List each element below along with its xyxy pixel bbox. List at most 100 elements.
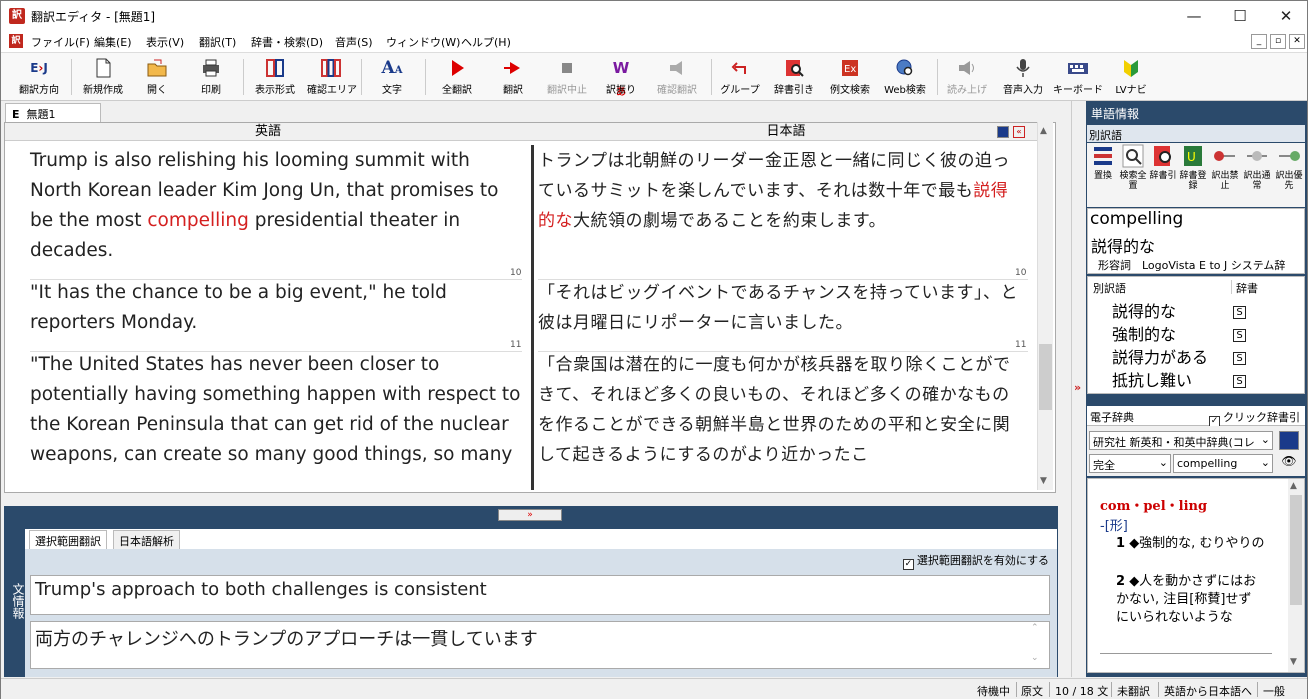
source-segment-3[interactable]: "The United States has never been closer… — [30, 350, 524, 470]
font-button[interactable]: AA 文字 — [371, 57, 413, 99]
dictionary-name: LogoVista E to J システム辞 — [1142, 259, 1286, 272]
chevron-down-icon: ⌄ — [1260, 456, 1270, 469]
menu-window[interactable]: ウィンドウ(W) — [386, 34, 460, 50]
tab-range-translate[interactable]: 選択範囲翻訳 — [29, 530, 107, 549]
right-panel-collapse-strip[interactable]: » — [1071, 101, 1086, 677]
scrollbar-thumb[interactable] — [1039, 344, 1052, 410]
replace-button[interactable]: 置換 — [1087, 143, 1119, 181]
group-button[interactable]: グループ — [715, 57, 765, 99]
stop-button[interactable]: 翻訳中止 — [541, 57, 593, 99]
tab-jp-analysis[interactable]: 日本語解析 — [113, 530, 180, 549]
translate-all-button[interactable]: 全翻訳 — [435, 57, 479, 99]
translation-editor[interactable]: 英語 日本語 « Trump is also relishing his loo… — [4, 122, 1056, 493]
segment-number: 10 — [1015, 268, 1027, 278]
target-segment-3[interactable]: 「合衆国は潜在的に一度も何かが核兵器を取り除くことができて、それほど多くの良いも… — [538, 350, 1018, 470]
entry-scrollbar-thumb[interactable] — [1290, 495, 1302, 605]
alt-item[interactable]: 強制的な — [1112, 323, 1176, 346]
translate-button[interactable]: 翻訳 — [491, 57, 535, 99]
status-state: 待機中 — [977, 685, 1010, 698]
column-divider[interactable] — [531, 145, 534, 490]
confirm-area-icon — [321, 59, 341, 77]
close-button[interactable]: ✕ — [1263, 1, 1308, 31]
app-logo-icon: 訳 — [9, 8, 25, 24]
mdi-restore-icon[interactable]: ▫ — [1270, 34, 1286, 49]
dictionary-settings-icon[interactable] — [1279, 431, 1299, 450]
target-segment-1[interactable]: トランプは北朝鮮のリーダー金正恩と一緒に同じく彼の迫っているサミットを楽しんでい… — [538, 146, 1018, 236]
dict-register-button[interactable]: U 辞書登録 — [1177, 143, 1209, 191]
status-field: 一般 — [1263, 685, 1285, 698]
slider-mid-icon — [1247, 151, 1267, 161]
system-dict-badge: S — [1233, 329, 1246, 342]
print-button[interactable]: 印刷 — [187, 57, 235, 99]
confirm-translate-button[interactable]: 確認翻訳 — [649, 57, 705, 99]
word-summary: compelling 説得的な 形容詞 LogoVista E to J システ… — [1087, 208, 1305, 274]
enable-range-checkbox[interactable]: ✓ 選択範囲翻訳を有効にする — [902, 552, 1049, 570]
keyboard-button[interactable]: キーボード — [1053, 57, 1103, 99]
direction-button[interactable]: E›J 翻訳方向 — [11, 57, 67, 99]
example-search-icon: Ex — [842, 60, 858, 76]
normal-translation-button[interactable]: 訳出通常 — [1241, 143, 1273, 191]
chevron-down-icon: ⌄ — [1260, 433, 1270, 446]
menu-dictionary[interactable]: 辞書・検索(D) — [251, 34, 323, 50]
dict-lookup-small-button[interactable]: 辞書引 — [1147, 143, 1179, 181]
menu-file[interactable]: ファイル(F) — [31, 34, 90, 50]
confirm-area-button[interactable]: 確認エリア — [307, 57, 357, 99]
collapse-icon[interactable]: « — [1013, 126, 1025, 138]
dict-lookup-button[interactable]: 辞書引き — [771, 57, 817, 99]
direction-icon: E›J — [30, 61, 48, 75]
undo-arrow-icon — [731, 62, 746, 74]
alt-item[interactable]: 説得力がある — [1112, 346, 1208, 369]
dictionary-search-input[interactable]: compelling ⌄ — [1173, 454, 1273, 473]
suppress-translation-button[interactable]: 訳出禁止 — [1209, 143, 1241, 191]
open-button[interactable]: 開く — [135, 57, 179, 99]
dictionary-entry-pane: com・pel・ling -[形] 1 ◆強制的な, むりやりの 2 ◆人を動か… — [1087, 478, 1305, 673]
new-button[interactable]: 新規作成 — [75, 57, 131, 99]
alt-item[interactable]: 説得的な — [1112, 300, 1176, 323]
replace-icon — [1094, 147, 1112, 165]
menu-view[interactable]: 表示(V) — [146, 34, 184, 50]
alternatives-table: 別訳語 辞書 説得的な 強制的な 説得力がある 抵抗し難い S S S S — [1087, 276, 1305, 394]
document-tab[interactable]: E 無題1 — [5, 103, 101, 122]
mdi-minimize-icon[interactable]: _ — [1251, 34, 1267, 49]
dictionary-select[interactable]: 研究社 新英和・和英中辞典(コレ ⌄ — [1089, 431, 1273, 450]
read-aloud-button[interactable]: 読み上げ — [941, 57, 993, 99]
binoculars-icon[interactable]: 👁 — [1279, 454, 1299, 473]
prefer-translation-button[interactable]: 訳出優先 — [1273, 143, 1305, 191]
minimize-button[interactable]: — — [1171, 1, 1217, 31]
expand-right-icon[interactable]: » — [1074, 381, 1081, 394]
open-folder-icon — [147, 59, 167, 77]
target-segment-2[interactable]: 「それはビッグイベントであるチャンスを持っています」、と彼は月曜日にリポーターに… — [538, 278, 1018, 338]
sentence-info-tabs: 選択範囲翻訳 日本語解析 — [25, 529, 1057, 549]
expand-down-icon[interactable]: » — [498, 509, 562, 521]
voice-input-button[interactable]: 音声入力 — [997, 57, 1049, 99]
alt-col-header: 別訳語 — [1093, 282, 1126, 295]
menu-edit[interactable]: 編集(E) — [94, 34, 132, 50]
alt-translation-header: 別訳語 — [1087, 125, 1305, 142]
entry-scrollbar[interactable]: ▲ ▼ — [1288, 479, 1304, 672]
alt-item[interactable]: 抵抗し難い — [1112, 369, 1192, 392]
lv-navi-button[interactable]: LVナビ — [1109, 57, 1153, 99]
segment-number: 11 — [510, 340, 522, 350]
editor-scrollbar[interactable]: ▲ ▼ — [1037, 122, 1053, 490]
layout-button[interactable]: 表示形式 — [249, 57, 301, 99]
match-mode-select[interactable]: 完全 ⌄ — [1089, 454, 1171, 473]
source-segment-2[interactable]: "It has the chance to be a big event," h… — [30, 278, 522, 338]
menu-help[interactable]: ヘルプ(H) — [461, 34, 511, 50]
menu-translate[interactable]: 翻訳(T) — [199, 34, 236, 50]
system-dict-badge: S — [1233, 306, 1246, 319]
web-search-button[interactable]: Web検索 — [881, 57, 929, 99]
range-source-field[interactable]: Trump's approach to both challenges is c… — [30, 575, 1050, 615]
document-tab-strip: E 無題1 — [1, 101, 1069, 122]
search-replace-all-button[interactable]: 検索全置 — [1117, 143, 1149, 191]
maximize-button[interactable]: ☐ — [1217, 1, 1263, 31]
click-dict-checkbox[interactable]: ✓ クリック辞書引 — [1209, 409, 1300, 427]
source-column-header: 英語 — [5, 123, 531, 141]
furigana-button[interactable]: Wあ 訳振り — [601, 57, 641, 99]
panel-toggle-icon[interactable] — [997, 126, 1009, 138]
range-target-field[interactable]: 両方のチャレンジへのトランプのアプローチは一貫しています — [30, 621, 1050, 669]
doc-menu-icon[interactable]: 訳 — [9, 34, 23, 48]
mdi-close-icon[interactable]: ✕ — [1289, 34, 1305, 49]
example-search-button[interactable]: Ex 例文検索 — [823, 57, 877, 99]
source-segment-1[interactable]: Trump is also relishing his looming summ… — [30, 146, 522, 266]
menu-voice[interactable]: 音声(S) — [335, 34, 373, 50]
